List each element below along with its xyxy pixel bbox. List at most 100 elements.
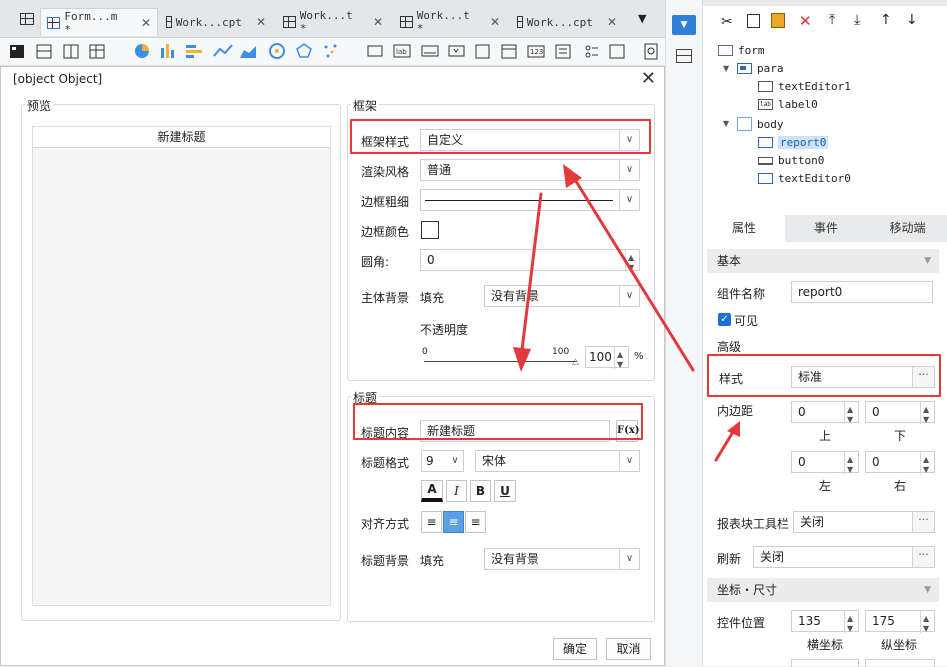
stepper[interactable]: ▲ ▼	[920, 452, 934, 474]
chevron-down-icon[interactable]: ∨	[619, 549, 639, 569]
down-icon[interactable]: ▼	[923, 462, 929, 478]
tree-node-para[interactable]: para	[737, 62, 784, 75]
ok-button[interactable]: 确定	[553, 638, 597, 660]
grid-icon[interactable]	[20, 13, 34, 25]
font-name-select[interactable]: 宋体 ∨	[475, 450, 640, 472]
down-icon[interactable]: ▼	[847, 412, 853, 428]
tab-menu-icon[interactable]: ▼	[638, 12, 646, 25]
tab-form[interactable]: Form...m * ✕	[40, 8, 158, 36]
tree-node-button0[interactable]: button0	[758, 154, 824, 167]
down-icon[interactable]: ▼	[628, 260, 634, 276]
tab-work-3[interactable]: Work...t * ✕	[394, 8, 506, 36]
expand-icon[interactable]: ▼	[723, 119, 729, 128]
padding-bottom-input[interactable]: 0 ▲ ▼	[865, 401, 935, 424]
chevron-down-icon[interactable]: ∨	[619, 160, 639, 180]
stepper[interactable]: ▲ ▼	[920, 402, 934, 424]
opacity-stepper[interactable]: ▲ ▼	[614, 347, 628, 369]
collapse-icon[interactable]: ▼	[924, 249, 931, 273]
refresh-field[interactable]: 关闭 ···	[753, 546, 935, 568]
font-color-button[interactable]: A	[421, 480, 443, 502]
chevron-down-icon[interactable]: ∨	[619, 451, 639, 471]
move-top-icon[interactable]: ⤒	[829, 12, 835, 28]
stepper[interactable]: ▲ ▼	[844, 402, 858, 424]
chevron-down-icon[interactable]: ∨	[619, 286, 639, 306]
cut-icon[interactable]: ✂	[721, 14, 733, 30]
widget-panel-icon[interactable]: ▼	[672, 15, 696, 35]
opacity-max-label: 100	[552, 347, 570, 357]
stepper[interactable]: ▲ ▼	[844, 611, 858, 633]
tree-node-label0[interactable]: lab label0	[758, 98, 818, 111]
chevron-down-icon[interactable]: ∨	[619, 190, 639, 210]
underline-button[interactable]: U	[494, 480, 516, 502]
close-icon[interactable]: ✕	[490, 15, 500, 29]
report-toolbar-field[interactable]: 关闭 ···	[793, 511, 935, 533]
padding-right-input[interactable]: 0 ▲ ▼	[865, 451, 935, 474]
italic-button[interactable]: I	[446, 480, 467, 502]
radius-input[interactable]: 0 ▲ ▼	[420, 249, 640, 272]
tree-node-texteditor1[interactable]: textEditor1	[758, 80, 851, 93]
title-bg-select[interactable]: 没有背景 ∨	[484, 548, 640, 570]
border-width-select[interactable]: ∨	[420, 189, 640, 211]
collapse-icon[interactable]: ▼	[924, 578, 931, 602]
stepper[interactable]: ▲ ▼	[844, 452, 858, 474]
opacity-slider-thumb[interactable]: △	[572, 357, 579, 367]
tree-node-form[interactable]: form	[718, 44, 765, 57]
align-center-icon[interactable]: ≡	[443, 511, 464, 533]
layout-panel-icon[interactable]	[676, 49, 692, 63]
more-options-icon[interactable]: ···	[912, 547, 934, 567]
opacity-slider-track[interactable]	[424, 361, 577, 362]
tab-work-4[interactable]: Work...cpt ✕	[511, 8, 623, 36]
close-icon[interactable]: ✕	[607, 15, 617, 29]
tree-node-body[interactable]: body	[737, 117, 784, 131]
close-icon[interactable]: ✕	[641, 68, 656, 89]
chevron-down-icon[interactable]: ∨	[447, 451, 463, 471]
tab-work-2[interactable]: Work...t * ✕	[277, 8, 389, 36]
down-icon[interactable]: ▼	[617, 357, 623, 373]
stepper[interactable]: ▲ ▼	[920, 611, 934, 633]
basic-section-header[interactable]: 基本 ▼	[707, 249, 939, 273]
paste-icon[interactable]	[771, 13, 785, 28]
visible-checkbox[interactable]: ✓	[718, 313, 731, 326]
down-icon[interactable]: ▼	[923, 621, 929, 637]
padding-top-input[interactable]: 0 ▲ ▼	[791, 401, 859, 424]
bold-button[interactable]: B	[470, 480, 491, 502]
opacity-input[interactable]: 100 ▲ ▼	[585, 346, 629, 369]
component-name-input[interactable]: report0	[791, 281, 933, 303]
render-style-select[interactable]: 普通 ∨	[420, 159, 640, 181]
render-style-label: 渲染风格	[361, 165, 410, 179]
tab-properties[interactable]: 属性	[703, 215, 785, 242]
title-bg-fill-label: 填充	[420, 554, 445, 568]
down-icon[interactable]: ▼	[847, 462, 853, 478]
tab-mobile[interactable]: 移动端	[867, 215, 947, 242]
body-bg-select[interactable]: 没有背景 ∨	[484, 285, 640, 307]
tab-events[interactable]: 事件	[785, 215, 867, 242]
close-icon[interactable]: ✕	[256, 15, 266, 29]
tree-node-texteditor0[interactable]: textEditor0	[758, 172, 851, 185]
down-icon[interactable]: ▼	[923, 412, 929, 428]
position-y-input[interactable]: 175 ▲ ▼	[865, 610, 935, 633]
copy-icon[interactable]	[747, 14, 760, 28]
line-sample	[425, 200, 613, 201]
font-size-select[interactable]: 9 ∨	[421, 450, 464, 472]
coord-section-header[interactable]: 坐标・尺寸 ▼	[707, 578, 939, 602]
position-x-input[interactable]: 135 ▲ ▼	[791, 610, 859, 633]
move-down-icon[interactable]: ↓	[906, 12, 918, 28]
radius-stepper[interactable]: ▲ ▼	[625, 250, 639, 272]
align-left-icon[interactable]: ≡	[421, 511, 442, 533]
padding-left-input[interactable]: 0 ▲ ▼	[791, 451, 859, 474]
align-right-icon[interactable]: ≡	[465, 511, 486, 533]
body-bg-fill-label: 填充	[420, 291, 445, 305]
close-icon[interactable]: ✕	[141, 16, 151, 30]
delete-icon[interactable]: ✕	[799, 12, 812, 30]
move-bottom-icon[interactable]: ⤓	[854, 12, 860, 28]
visible-label: 可见	[734, 314, 759, 328]
expand-icon[interactable]: ▼	[723, 64, 729, 73]
tab-work-1[interactable]: Work...cpt ✕	[160, 8, 272, 36]
border-color-swatch[interactable]	[421, 221, 439, 239]
tree-node-report0[interactable]: report0	[758, 136, 829, 149]
move-up-icon[interactable]: ↑	[880, 12, 892, 28]
cancel-button[interactable]: 取消	[606, 638, 651, 660]
close-icon[interactable]: ✕	[373, 15, 383, 29]
more-options-icon[interactable]: ···	[912, 512, 934, 532]
down-icon[interactable]: ▼	[847, 621, 853, 637]
